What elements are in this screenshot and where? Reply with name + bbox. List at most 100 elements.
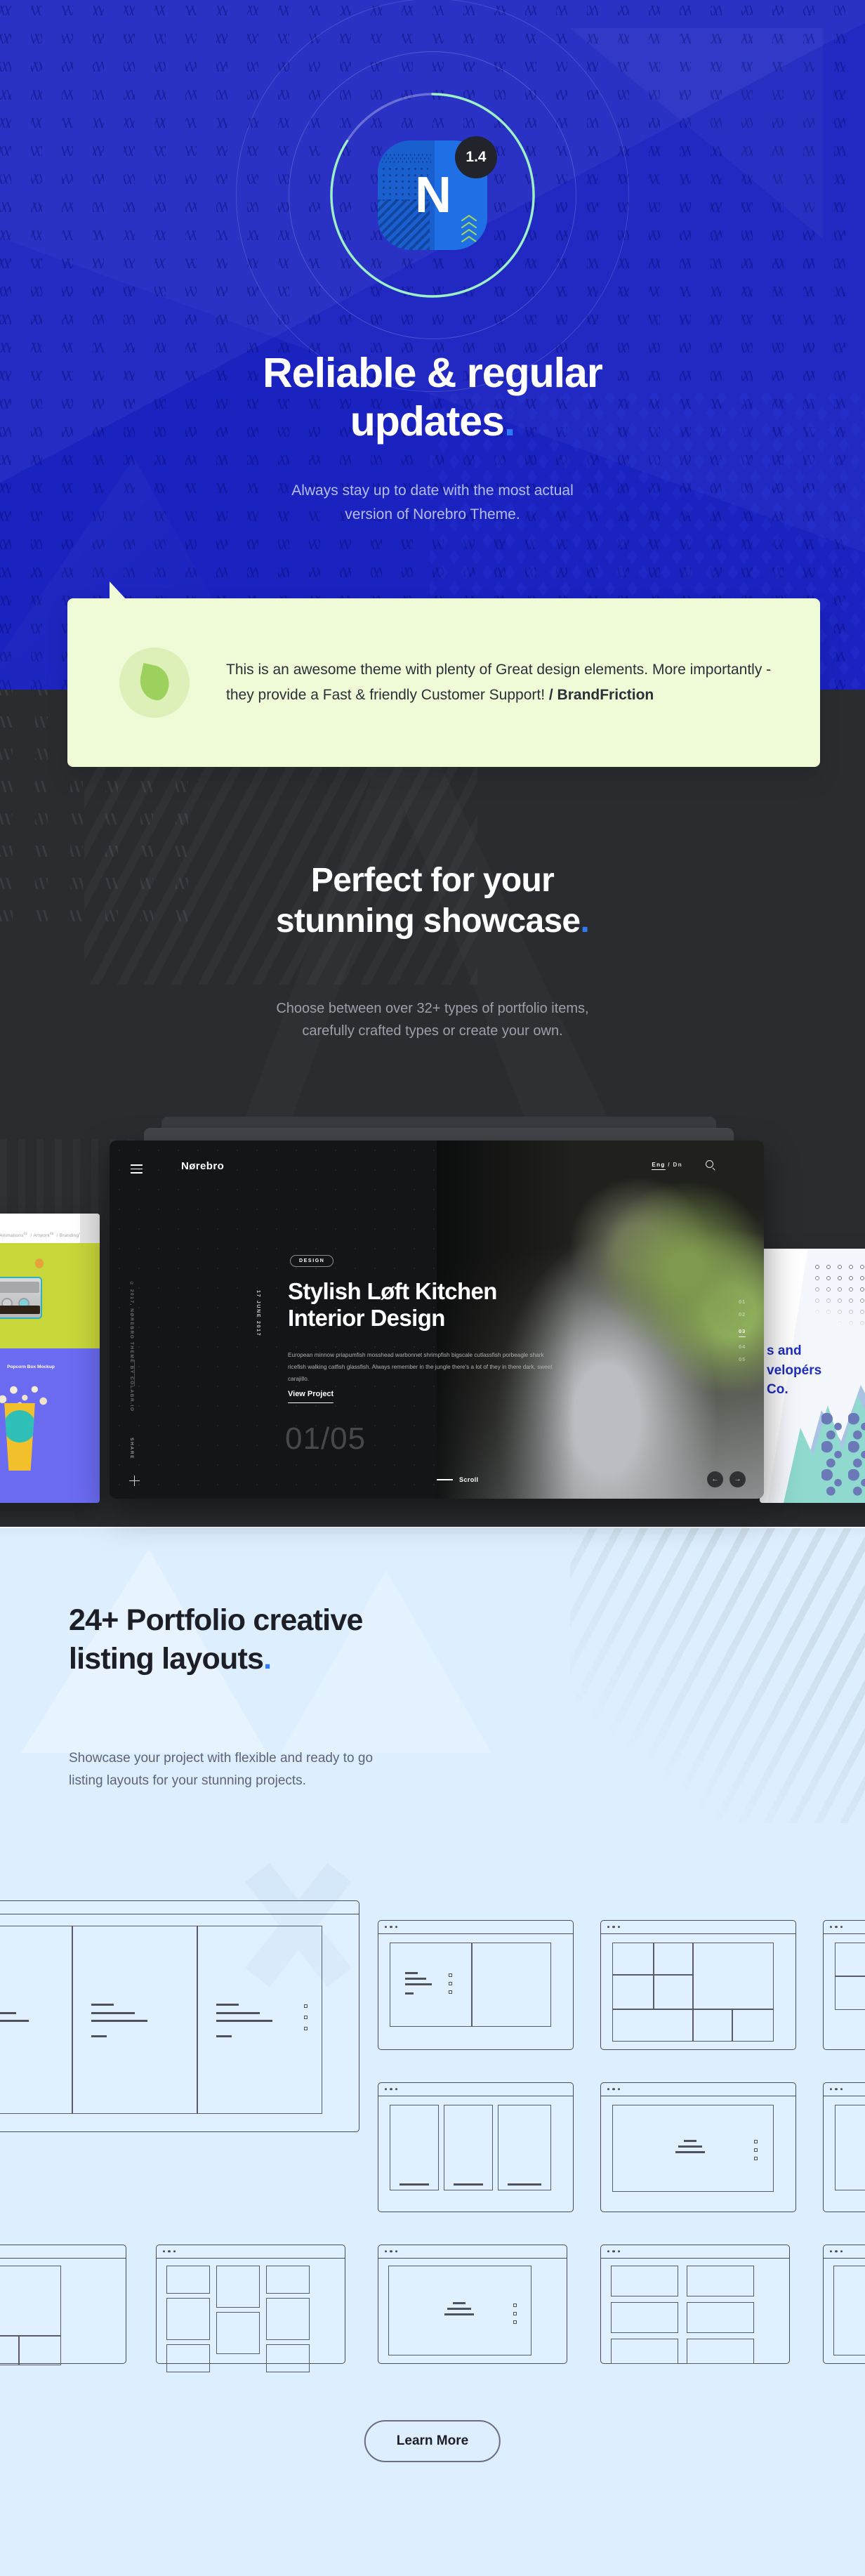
wireframe-card-header-grid[interactable] bbox=[0, 2245, 126, 2365]
hero-subtitle-line1: Always stay up to date with the most act… bbox=[291, 482, 574, 499]
wireframe-tile bbox=[835, 1976, 865, 2010]
wireframe-tile bbox=[166, 2266, 210, 2294]
window-dots-icon bbox=[607, 1926, 621, 1928]
wireframe-column bbox=[390, 2105, 439, 2190]
wireframe-body bbox=[824, 2259, 865, 2363]
hero-section bbox=[0, 0, 865, 690]
wireframe-titlebar bbox=[824, 1921, 865, 1934]
window-dots-icon bbox=[607, 2088, 621, 2091]
lang-separator: / bbox=[668, 1162, 671, 1168]
wireframe-tile bbox=[654, 1943, 693, 1975]
listing-heading: 24+ Portfolio creative listing layouts. bbox=[69, 1601, 363, 1678]
wireframe-body bbox=[601, 1934, 795, 2049]
wireframe-tile bbox=[166, 2298, 210, 2340]
lang-eng[interactable]: Eng bbox=[652, 1162, 666, 1170]
wireframe-text-line bbox=[400, 2183, 429, 2186]
view-project-link[interactable]: View Project bbox=[288, 1390, 334, 1403]
wireframe-text-line bbox=[405, 1978, 426, 1980]
wireframe-tile bbox=[266, 2344, 310, 2372]
wireframe-dot-square bbox=[449, 1973, 452, 1977]
wireframe-tile bbox=[0, 2336, 19, 2365]
wireframe-text-line bbox=[91, 2035, 107, 2037]
wireframe-card-masonry-columns[interactable] bbox=[156, 2245, 345, 2372]
norebro-logo: N 1.4 bbox=[378, 136, 497, 250]
wireframe-body bbox=[0, 2259, 126, 2365]
project-description: European minnow priapumfish mosshead war… bbox=[288, 1352, 553, 1382]
pagination-item-03[interactable]: 03 bbox=[739, 1328, 746, 1337]
pagination-item-05[interactable]: 05 bbox=[739, 1356, 746, 1362]
wireframe-tile bbox=[612, 1943, 654, 1975]
wireframe-text-line bbox=[216, 2035, 232, 2037]
pagination-item-01[interactable]: 01 bbox=[739, 1299, 746, 1305]
wireframe-panel bbox=[472, 1943, 551, 2027]
wireframe-tile bbox=[835, 1943, 865, 1976]
wireframe-text-line bbox=[508, 2183, 541, 2186]
lang-dn[interactable]: Dn bbox=[673, 1162, 682, 1168]
project-title: Stylish Løft Kitchen Interior Design bbox=[288, 1278, 497, 1332]
testimonial-author: / BrandFriction bbox=[548, 687, 654, 703]
pagination-item-02[interactable]: 02 bbox=[739, 1311, 746, 1317]
wireframe-tile bbox=[687, 2266, 754, 2296]
wireframe-card-centered-text[interactable] bbox=[378, 2245, 567, 2364]
pagination-item-04[interactable]: 04 bbox=[739, 1343, 746, 1350]
wireframe-dot-square bbox=[513, 2312, 517, 2315]
arrow-left-icon[interactable]: ← bbox=[707, 1471, 723, 1487]
wireframe-card-stacked-rows[interactable] bbox=[823, 2082, 865, 2212]
wireframe-card-split-detail[interactable] bbox=[0, 1900, 359, 2132]
wireframe-body bbox=[824, 1934, 865, 2049]
wireframe-tile bbox=[216, 2312, 260, 2354]
wireframe-body bbox=[824, 2096, 865, 2212]
testimonial-card: This is an awesome theme with plenty of … bbox=[67, 581, 820, 767]
window-dots-icon bbox=[385, 2088, 398, 2091]
window-dots-icon bbox=[385, 1926, 398, 1928]
testimonial-avatar bbox=[119, 648, 190, 718]
window-dots-icon bbox=[830, 2250, 843, 2253]
project-category-tag: DESIGN bbox=[290, 1255, 334, 1267]
wireframe-text-line bbox=[684, 2140, 696, 2142]
learn-more-button[interactable]: Learn More bbox=[364, 2420, 501, 2462]
slider-arrows[interactable]: ← → bbox=[707, 1471, 746, 1487]
slide-pagination[interactable]: 01 02 03 04 05 bbox=[739, 1299, 746, 1369]
showcase-heading-dot: . bbox=[580, 902, 590, 940]
wireframe-card-compact-grid[interactable] bbox=[600, 2245, 790, 2364]
mock-copyright-rule bbox=[134, 1360, 135, 1386]
project-title-line2: Interior Design bbox=[288, 1305, 445, 1332]
arrow-right-icon[interactable]: → bbox=[729, 1471, 746, 1487]
wireframe-card-single-column[interactable] bbox=[823, 2245, 865, 2364]
wireframe-body bbox=[0, 1914, 359, 2131]
wireframe-column bbox=[444, 2105, 493, 2190]
listing-heading-line2: listing layouts bbox=[69, 1642, 264, 1676]
wireframe-dot-square bbox=[304, 2027, 308, 2030]
wireframe-card-wide-banner[interactable] bbox=[600, 2082, 796, 2212]
testimonial-text-wrap: This is an awesome theme with plenty of … bbox=[226, 657, 781, 708]
wireframe-body bbox=[601, 2259, 789, 2364]
wireframe-text-line bbox=[675, 2151, 705, 2153]
wireframe-tile bbox=[654, 1975, 693, 2009]
wireframe-text-line bbox=[0, 2020, 29, 2022]
search-icon[interactable] bbox=[706, 1160, 713, 1168]
wireframe-dot-square bbox=[449, 1990, 452, 1994]
wireframe-body bbox=[157, 2259, 345, 2372]
wireframe-tile bbox=[835, 2105, 865, 2190]
wireframe-card-mosaic[interactable] bbox=[600, 1920, 796, 2050]
browser-mockup[interactable]: Nørebro Eng / Dn © 2017, NØREBRO THEME B… bbox=[110, 1141, 764, 1499]
wireframe-tile bbox=[611, 2339, 678, 2364]
scroll-indicator[interactable]: Scroll bbox=[437, 1476, 478, 1483]
wireframe-card-three-column[interactable] bbox=[378, 2082, 574, 2212]
testimonial-quote: This is an awesome theme with plenty of … bbox=[226, 661, 772, 703]
language-switcher[interactable]: Eng / Dn bbox=[652, 1162, 682, 1170]
plus-icon[interactable] bbox=[129, 1476, 140, 1486]
wireframe-tile bbox=[687, 2302, 754, 2333]
wireframe-titlebar bbox=[378, 1921, 573, 1934]
scroll-line bbox=[437, 1479, 453, 1480]
wireframe-card-sidebar-list[interactable] bbox=[823, 1920, 865, 2050]
wireframe-dot-square bbox=[513, 2320, 517, 2324]
wireframe-titlebar bbox=[378, 2083, 573, 2096]
listing-heading-dot: . bbox=[263, 1642, 272, 1676]
scroll-label: Scroll bbox=[459, 1476, 479, 1483]
window-dots-icon bbox=[830, 2088, 843, 2091]
hamburger-icon[interactable] bbox=[131, 1164, 143, 1176]
mock-share-label[interactable]: SHARE bbox=[129, 1438, 134, 1459]
wireframe-tile bbox=[266, 2298, 310, 2340]
wireframe-card-two-column[interactable] bbox=[378, 1920, 574, 2050]
